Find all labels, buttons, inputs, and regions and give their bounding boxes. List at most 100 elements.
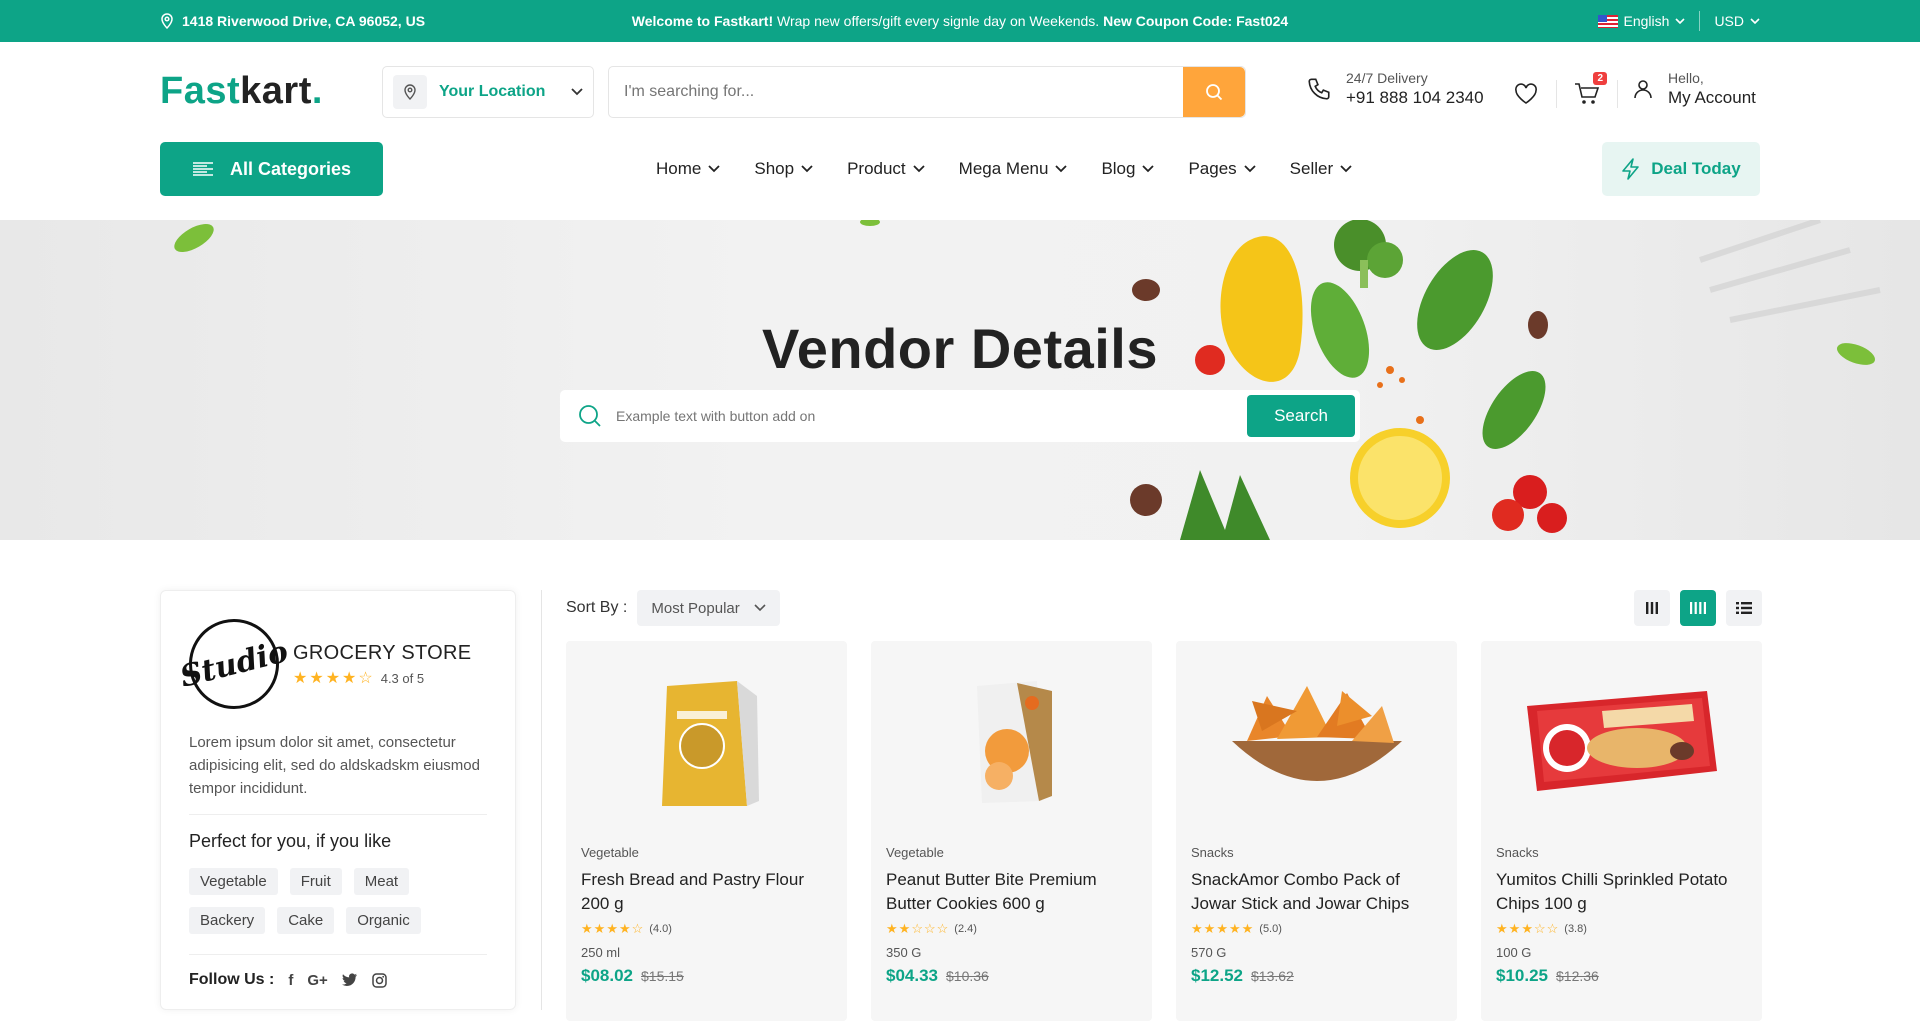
tag-organic[interactable]: Organic xyxy=(346,907,421,934)
star-filled-icon: ★ xyxy=(593,921,606,936)
location-selector[interactable]: Your Location xyxy=(382,66,594,118)
menu-label: Mega Menu xyxy=(958,159,1049,178)
tag-cake[interactable]: Cake xyxy=(277,907,335,934)
vendor-search-input[interactable] xyxy=(602,408,1247,424)
vendor-logo-text: Studio xyxy=(176,633,292,695)
product-grid: Vegetable Fresh Bread and Pastry Flour 2… xyxy=(566,641,1762,1021)
product-card[interactable]: Vegetable Fresh Bread and Pastry Flour 2… xyxy=(566,641,847,1021)
tag-meat[interactable]: Meat xyxy=(353,868,410,895)
divider xyxy=(1617,80,1618,108)
menu-item-pages[interactable]: Pages xyxy=(1188,159,1256,179)
main-menu: Home Shop Product Mega Menu Blog Pages S… xyxy=(656,142,1352,196)
cookies-box-image xyxy=(976,681,1052,803)
product-rating: ★ ★ ★ ★ ☆ (4.0) xyxy=(581,922,832,935)
chevron-down-icon xyxy=(1675,18,1686,24)
product-price: $08.02 $15.15 xyxy=(581,966,832,986)
chevron-down-icon xyxy=(1750,18,1760,24)
grid-3-view-button[interactable] xyxy=(1634,590,1670,626)
grid-4-view-button[interactable] xyxy=(1680,590,1716,626)
search-icon xyxy=(1206,84,1223,101)
tag-fruit[interactable]: Fruit xyxy=(289,868,342,895)
language-label: English xyxy=(1623,13,1670,29)
menu-item-shop[interactable]: Shop xyxy=(754,159,813,179)
location-icon xyxy=(393,75,427,109)
product-price: $04.33 $10.36 xyxy=(886,966,1137,986)
twitter-icon[interactable] xyxy=(341,973,358,987)
logo[interactable]: Fastkart. xyxy=(160,70,323,113)
user-icon xyxy=(1634,80,1652,99)
chevron-down-icon xyxy=(1055,165,1068,173)
logo-part1: Fast xyxy=(160,70,241,112)
account-label: My Account xyxy=(1668,88,1756,107)
product-card[interactable]: Snacks SnackAmor Combo Pack of Jowar Sti… xyxy=(1176,641,1457,1021)
facebook-glyph: f xyxy=(288,971,294,989)
menu-item-blog[interactable]: Blog xyxy=(1101,159,1155,179)
star-filled-icon: ★ xyxy=(325,669,341,687)
price-old: $15.15 xyxy=(641,968,684,984)
star-filled-icon: ★ xyxy=(342,669,357,687)
us-flag-icon xyxy=(1597,14,1618,28)
likes-heading: Perfect for you, if you like xyxy=(189,831,392,851)
vendor-search-button[interactable]: Search xyxy=(1247,395,1355,437)
all-categories-button[interactable]: All Categories xyxy=(160,142,383,196)
deal-today-button[interactable]: Deal Today xyxy=(1602,142,1760,196)
tag-list: Vegetable Fruit Meat Backery Cake Organi… xyxy=(189,868,459,934)
product-image xyxy=(1496,641,1747,841)
chevron-down-icon xyxy=(1244,165,1256,173)
product-name[interactable]: SnackAmor Combo Pack of Jowar Stick and … xyxy=(1191,868,1442,918)
currency-selector[interactable]: USD xyxy=(1714,13,1760,29)
flour-bag-image xyxy=(661,681,759,806)
star-empty-icon: ☆ xyxy=(911,921,923,936)
product-image xyxy=(886,641,1137,841)
star-empty-icon: ☆ xyxy=(631,921,644,936)
address: 1418 Riverwood Drive, CA 96052, US xyxy=(160,13,425,29)
delivery-info[interactable]: 24/7 Delivery +91 888 104 2340 xyxy=(1306,70,1484,108)
coupon-code: New Coupon Code: Fast024 xyxy=(1103,13,1289,29)
star-empty-icon: ☆ xyxy=(923,921,936,936)
product-name[interactable]: Fresh Bread and Pastry Flour 200 g xyxy=(581,868,832,918)
price-old: $10.36 xyxy=(946,968,989,984)
hero-banner: Vendor Details Search xyxy=(0,220,1920,540)
product-rating: ★ ★ ☆ ☆ ☆ (2.4) xyxy=(886,922,1137,935)
menu-item-home[interactable]: Home xyxy=(656,159,720,179)
product-name[interactable]: Yumitos Chilli Sprinkled Potato Chips 10… xyxy=(1496,868,1747,918)
search-input[interactable] xyxy=(609,67,1183,117)
tag-backery[interactable]: Backery xyxy=(189,907,266,934)
product-category: Vegetable xyxy=(886,845,944,860)
divider xyxy=(1699,11,1701,31)
list-view-button[interactable] xyxy=(1726,590,1762,626)
account-menu[interactable]: Hello, My Account xyxy=(1632,70,1756,108)
map-pin-icon xyxy=(161,13,173,29)
search-button[interactable] xyxy=(1183,67,1245,117)
cart-button[interactable]: 2 xyxy=(1571,72,1607,110)
cart-count-badge: 2 xyxy=(1593,72,1607,85)
menu-item-mega-menu[interactable]: Mega Menu xyxy=(959,159,1068,179)
chevron-down-icon xyxy=(754,604,766,612)
product-rating: ★ ★ ★ ★ ★ (5.0) xyxy=(1191,922,1442,935)
chips-bowl-image xyxy=(1231,686,1402,781)
column-divider xyxy=(541,590,542,1010)
menu-item-seller[interactable]: Seller xyxy=(1290,159,1352,179)
location-label: Your Location xyxy=(439,83,546,100)
menu-label: Seller xyxy=(1289,159,1334,178)
delivery-label: 24/7 Delivery xyxy=(1346,70,1428,86)
menu-label: Pages xyxy=(1188,159,1237,178)
product-card[interactable]: Snacks Yumitos Chilli Sprinkled Potato C… xyxy=(1481,641,1762,1021)
tag-vegetable[interactable]: Vegetable xyxy=(189,868,278,895)
grid-3-icon xyxy=(1646,602,1658,614)
menu-item-product[interactable]: Product xyxy=(847,159,925,179)
product-price: $12.52 $13.62 xyxy=(1191,966,1442,986)
language-selector[interactable]: English xyxy=(1597,13,1686,29)
star-filled-icon: ★ xyxy=(1241,921,1254,936)
product-card[interactable]: Vegetable Peanut Butter Bite Premium But… xyxy=(871,641,1152,1021)
wishlist-button[interactable] xyxy=(1510,78,1542,110)
google-plus-icon[interactable]: G+ xyxy=(307,972,327,989)
product-rating: ★ ★ ★ ☆ ☆ (3.8) xyxy=(1496,922,1747,935)
product-name[interactable]: Peanut Butter Bite Premium Butter Cookie… xyxy=(886,868,1137,918)
chevron-down-icon xyxy=(571,88,583,96)
sort-select[interactable]: Most Popular xyxy=(637,590,780,626)
vendor-rating: ★ ★ ★ ★ ☆ 4.3 of 5 xyxy=(293,669,471,687)
instagram-icon[interactable] xyxy=(372,972,387,988)
facebook-icon[interactable]: f xyxy=(288,972,293,989)
vendor-name: GROCERY STORE xyxy=(293,641,472,664)
